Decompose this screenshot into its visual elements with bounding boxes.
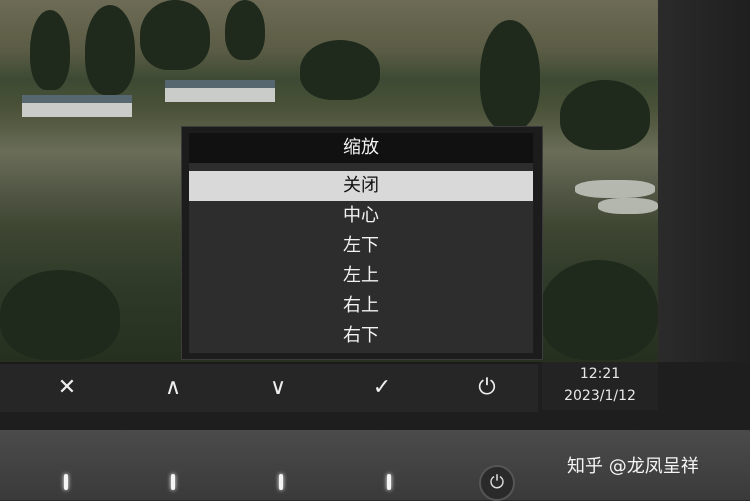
clock-panel: 12:21 2023/1/12 bbox=[542, 362, 658, 410]
button-led-indicator[interactable] bbox=[64, 474, 68, 490]
button-led-indicator[interactable] bbox=[171, 474, 175, 490]
clock-time: 12:21 bbox=[579, 366, 621, 382]
tree bbox=[225, 0, 265, 60]
osd-item-top-right[interactable]: 右上 bbox=[189, 291, 533, 321]
button-led-indicator[interactable] bbox=[279, 474, 283, 490]
rock bbox=[575, 180, 655, 198]
clock-date: 2023/1/12 bbox=[564, 388, 636, 404]
physical-power-icon[interactable]: ⏻ bbox=[479, 465, 515, 501]
tree bbox=[540, 260, 658, 360]
osd-item-top-left[interactable]: 左上 bbox=[189, 261, 533, 291]
up-icon[interactable]: ∧ bbox=[153, 372, 193, 404]
osd-item-center[interactable]: 中心 bbox=[189, 201, 533, 231]
rock bbox=[598, 198, 658, 214]
osd-menu-title: 缩放 bbox=[189, 133, 533, 163]
osd-item-off[interactable]: 关闭 bbox=[189, 171, 533, 201]
tree bbox=[0, 270, 120, 360]
osd-menu: 缩放 关闭 中心 左下 左上 右上 右下 bbox=[181, 126, 543, 360]
tree bbox=[560, 80, 650, 150]
down-icon[interactable]: ∨ bbox=[258, 372, 298, 404]
osd-item-bottom-right[interactable]: 右下 bbox=[189, 321, 533, 351]
shed bbox=[22, 95, 132, 103]
tree bbox=[140, 0, 210, 70]
tree bbox=[30, 10, 70, 90]
tree bbox=[300, 40, 380, 100]
watermark-text: 知乎 @龙凤呈祥 bbox=[567, 456, 699, 477]
confirm-icon[interactable]: ✓ bbox=[362, 372, 402, 404]
button-led-indicator[interactable] bbox=[387, 474, 391, 490]
shed bbox=[22, 103, 132, 117]
tree bbox=[85, 5, 135, 95]
osd-menu-panel: 缩放 关闭 中心 左下 左上 右上 右下 bbox=[189, 133, 533, 353]
shed bbox=[165, 88, 275, 102]
osd-button-bar: ✕ ∧ ∨ ✓ ⏻ bbox=[0, 362, 538, 412]
osd-item-bottom-left[interactable]: 左下 bbox=[189, 231, 533, 261]
power-icon[interactable]: ⏻ bbox=[467, 372, 507, 404]
shed bbox=[165, 80, 275, 88]
tree bbox=[480, 20, 540, 130]
close-icon[interactable]: ✕ bbox=[47, 372, 87, 404]
